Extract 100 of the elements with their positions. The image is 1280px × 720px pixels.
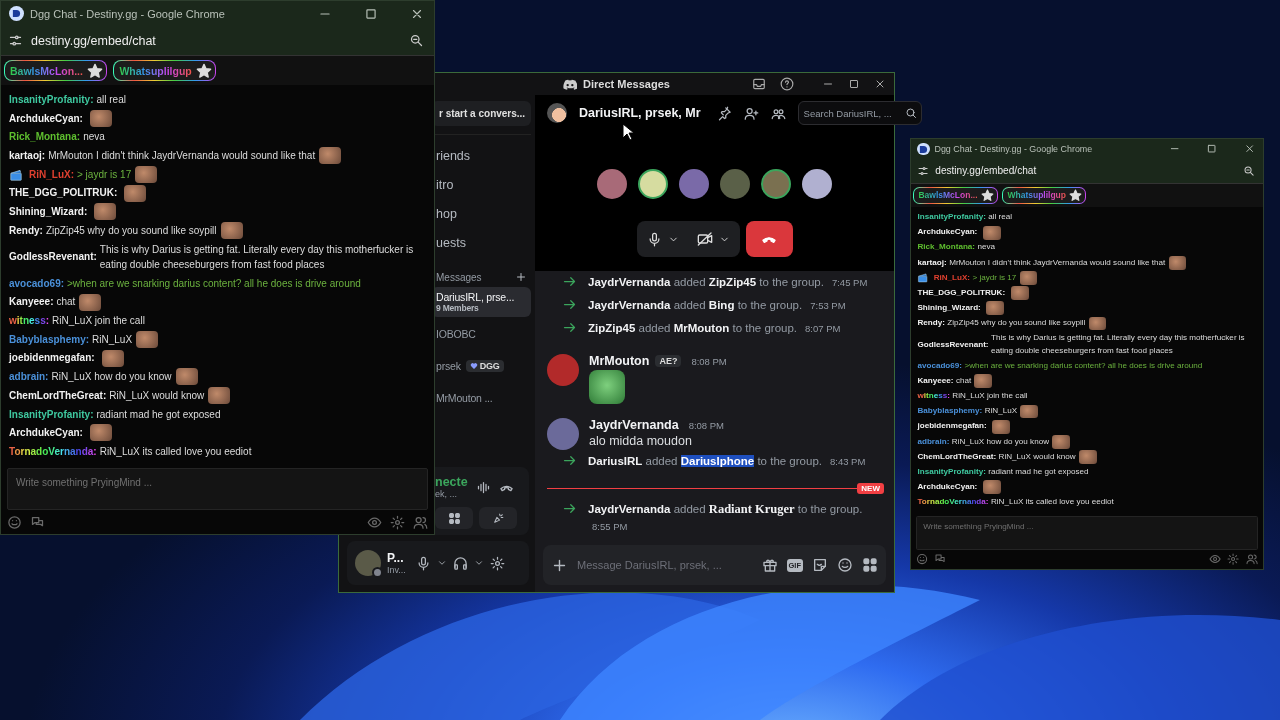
activity-button[interactable] [435, 507, 473, 529]
site-settings-icon[interactable] [8, 33, 23, 48]
author-avatar[interactable] [547, 354, 579, 386]
participant-avatar[interactable] [761, 169, 791, 199]
search-field[interactable]: Search DariusIRL, ... [797, 101, 922, 125]
chat-username[interactable]: RiN_LuX: [933, 271, 971, 285]
chat-username[interactable]: adbrain: [9, 369, 49, 385]
chat-username[interactable]: Babyblasphemy: [917, 405, 983, 418]
chat-username[interactable]: joebidenmegafan: [917, 420, 987, 433]
dm-item[interactable]: prsek DGG [431, 351, 531, 381]
chat-username[interactable]: ChemLordTheGreat: [9, 387, 107, 404]
chat-username[interactable]: GodlessRevenant: [9, 249, 97, 265]
chat-username[interactable]: Rick_Montana: [9, 129, 81, 145]
emoji-icon[interactable] [837, 557, 853, 573]
pinned-user-chip[interactable]: Whatsuplilgup [1002, 186, 1086, 205]
users-icon[interactable] [413, 514, 428, 530]
chat-username[interactable]: adbrain: [917, 435, 950, 449]
users-icon[interactable] [1246, 553, 1259, 566]
close-icon[interactable] [874, 78, 886, 90]
chat-username[interactable]: avocado69: [9, 275, 65, 292]
hang-up-button[interactable] [745, 221, 793, 257]
chat-username[interactable]: joebidenmegafan: [9, 350, 95, 366]
chat-input-field[interactable]: Write something PryingMind ... [915, 515, 1259, 550]
nav-item[interactable]: uests [431, 228, 531, 257]
sticker-icon[interactable] [812, 557, 828, 573]
chat-username[interactable]: RiN_LuX: [29, 166, 74, 183]
nav-item[interactable]: hop [431, 199, 531, 228]
plus-icon[interactable] [515, 271, 527, 283]
chat-username[interactable]: InsanityProfanity: [9, 92, 94, 108]
chat-input-field[interactable]: Write something PryingMind ... [7, 468, 428, 510]
nav-item[interactable]: itro [431, 170, 531, 199]
chat-username[interactable]: kartaoj: [9, 148, 46, 164]
settings-icon[interactable] [489, 555, 505, 571]
soundboard-button[interactable] [479, 507, 517, 529]
maximize-icon[interactable] [1206, 143, 1218, 155]
headphones-icon[interactable] [452, 555, 468, 571]
gift-icon[interactable] [761, 557, 778, 573]
participant-avatar[interactable] [802, 169, 832, 199]
chat-username[interactable]: Babyblasphemy: [9, 331, 90, 348]
apps-icon[interactable] [862, 557, 878, 573]
chat-username[interactable]: THE_DGG_POLITRUK: [9, 185, 118, 201]
zoom-icon[interactable] [1242, 164, 1255, 178]
emoji-icon[interactable] [7, 514, 22, 530]
chat-username[interactable]: ArchdukeCyan: [9, 110, 83, 127]
url-text[interactable]: destiny.gg/embed/chat [31, 33, 401, 48]
chat-username[interactable]: Kanyeee: [917, 375, 954, 388]
voice-channel: ek, ... [435, 489, 458, 499]
chat-username[interactable]: Rendy: [9, 222, 43, 239]
chat-username[interactable]: InsanityProfanity: [917, 465, 986, 479]
chat-username[interactable]: ArchdukeCyan: [917, 226, 978, 239]
eye-icon[interactable] [367, 514, 382, 530]
voice-status: necte [435, 475, 468, 489]
nav-item[interactable]: riends [431, 141, 531, 170]
chat-username[interactable]: ArchdukeCyan: [9, 425, 83, 441]
chat-username[interactable]: Kanyeee: [9, 294, 54, 310]
emoji-icon[interactable] [915, 553, 928, 566]
chat-username[interactable]: Shining_Wizard: [917, 302, 981, 315]
caret-icon[interactable] [436, 558, 447, 568]
message-input-field[interactable]: Message DariusIRL, prsek, ... [577, 559, 753, 571]
chat-username[interactable]: TornadoVernanda: [9, 443, 97, 460]
chat-username[interactable]: Rendy: [917, 317, 945, 330]
chat-username[interactable]: GodlessRevenant: [917, 338, 989, 352]
camera-off-icon[interactable] [696, 231, 713, 247]
maximize-icon[interactable] [848, 78, 860, 90]
add-user-icon[interactable] [743, 105, 759, 121]
participant-avatar[interactable] [638, 169, 668, 199]
author-avatar[interactable] [547, 418, 579, 450]
caret-icon[interactable] [473, 558, 484, 568]
chat-username[interactable]: InsanityProfanity: [9, 406, 94, 423]
new-messages-badge: NEW [857, 483, 884, 494]
site-settings-icon[interactable] [916, 164, 929, 178]
dm-item[interactable]: MrMouton ... [431, 383, 531, 413]
chat-username[interactable]: Shining_Wizard: [9, 204, 88, 220]
chat-username[interactable]: ArchdukeCyan: [917, 480, 978, 494]
chat-username[interactable]: witness: [917, 390, 950, 403]
chat-username[interactable]: ChemLordTheGreat: [917, 450, 997, 464]
maximize-icon[interactable] [364, 6, 378, 21]
chat-username[interactable]: Rick_Montana: [917, 241, 976, 255]
message-time: 8:08 PM [688, 419, 725, 431]
close-icon[interactable] [1243, 143, 1255, 155]
chat-username[interactable]: THE_DGG_POLITRUK: [917, 286, 1006, 300]
inbox-icon[interactable] [752, 77, 766, 91]
author-name[interactable]: MrMouton [589, 354, 650, 368]
chat-username[interactable]: avocado69: [917, 359, 962, 373]
pinned-user-chip[interactable]: Whatsuplilgup [113, 60, 217, 81]
help-icon[interactable] [780, 77, 794, 91]
url-text[interactable]: destiny.gg/embed/chat [935, 165, 1237, 177]
chat-username[interactable]: kartaoj: [917, 256, 947, 270]
chat-username[interactable]: witness: [9, 313, 50, 329]
chat-username[interactable]: InsanityProfanity: [917, 211, 986, 224]
chat-message-text: RiN_LuX would know [109, 388, 205, 403]
author-name[interactable]: JaydrVernanda [589, 418, 679, 432]
dm-item[interactable]: IOBOBC [431, 319, 531, 349]
chat-username[interactable]: TornadoVernanda: [917, 496, 989, 509]
pin-icon[interactable] [716, 105, 732, 121]
zoom-icon[interactable] [409, 33, 424, 48]
eye-icon[interactable] [1208, 553, 1221, 566]
pinned-user-chip[interactable]: BawlsMcLon... [913, 186, 998, 205]
sound-wave-icon[interactable] [475, 479, 491, 495]
pinned-user-chip[interactable]: BawlsMcLon... [4, 60, 108, 81]
